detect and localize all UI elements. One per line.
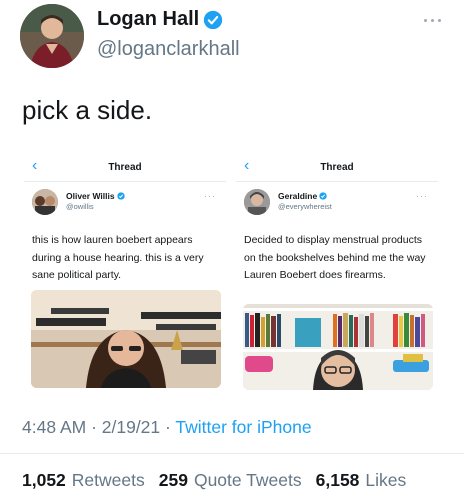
verified-badge-icon (203, 10, 223, 30)
thread-header: ‹ Thread (236, 152, 438, 182)
mini-author-name: Oliver Willis (66, 191, 125, 201)
mini-media-image (243, 304, 433, 390)
more-options-icon[interactable] (420, 14, 444, 26)
embedded-screenshot-left[interactable]: ‹ Thread Oliver Willis @owillis ··· this… (24, 152, 226, 392)
mini-tweet-text: Decided to display menstrual products on… (244, 234, 426, 281)
author-name[interactable]: Logan Hall (97, 8, 223, 31)
likes-label[interactable]: Likes (365, 470, 406, 491)
source-link[interactable]: Twitter for iPhone (175, 417, 311, 437)
mini-author-handle: @everywhereist (278, 202, 332, 211)
verified-badge-icon (116, 192, 125, 200)
mini-more-icon: ··· (204, 191, 216, 201)
tweet-stats: 1,052 Retweets 259 Quote Tweets 6,158 Li… (22, 470, 414, 491)
avatar-image (20, 4, 84, 68)
retweets-count[interactable]: 1,052 (22, 470, 66, 491)
retweets-label[interactable]: Retweets (72, 470, 145, 491)
mini-author-name-text: Geraldine (278, 191, 318, 201)
avatar[interactable] (20, 4, 84, 68)
thread-title: Thread (108, 162, 142, 173)
thread-title: Thread (320, 162, 354, 173)
author-handle[interactable]: @loganclarkhall (97, 38, 240, 61)
author-name-text: Logan Hall (97, 8, 200, 30)
thread-header: ‹ Thread (24, 152, 226, 182)
quote-tweets-count[interactable]: 259 (159, 470, 188, 491)
timestamp-text: 4:48 AM · 2/19/21 · (22, 417, 176, 437)
mini-avatar (244, 189, 270, 215)
divider (0, 453, 464, 454)
mini-avatar (32, 189, 58, 215)
mini-tweet-text: this is how lauren boebert appears durin… (32, 234, 204, 281)
mini-author-name-text: Oliver Willis (66, 191, 115, 201)
mini-media-image (31, 290, 221, 388)
verified-badge-icon (319, 192, 327, 200)
tweet-text: pick a side. (22, 95, 153, 125)
mini-author-handle: @owillis (66, 202, 94, 211)
mini-author-name: Geraldine (278, 191, 327, 201)
embedded-screenshot-right[interactable]: ‹ Thread Geraldine @everywhereist ··· De… (236, 152, 438, 392)
likes-count[interactable]: 6,158 (316, 470, 360, 491)
mini-more-icon: ··· (416, 191, 428, 201)
quote-tweets-label[interactable]: Quote Tweets (194, 470, 302, 491)
tweet-timestamp: 4:48 AM · 2/19/21 · Twitter for iPhone (22, 417, 312, 438)
